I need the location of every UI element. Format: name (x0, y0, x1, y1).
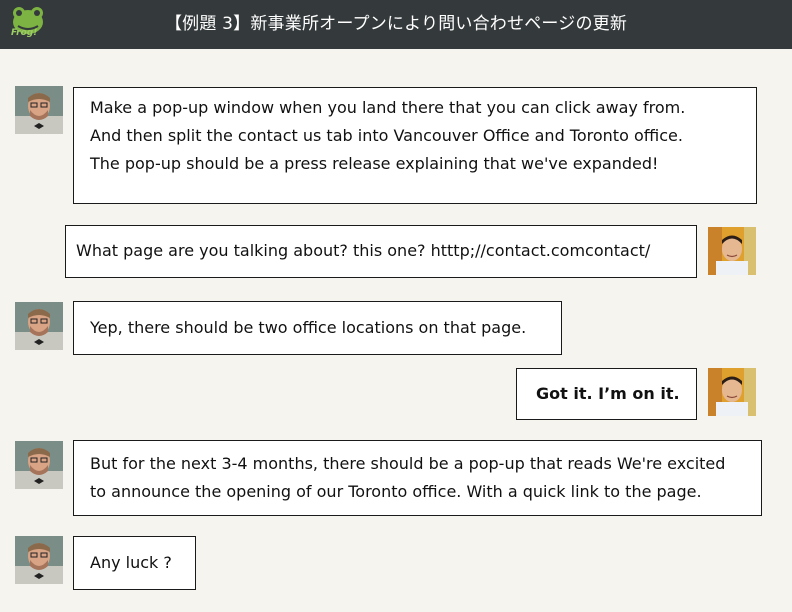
message-bubble: But for the next 3-4 months, there shoul… (73, 440, 762, 516)
client-avatar (15, 441, 63, 489)
message-text: Make a pop-up window when you land there… (90, 98, 686, 117)
message-text: to announce the opening of our Toronto o… (90, 482, 702, 501)
message-text: Yep, there should be two office location… (90, 318, 527, 337)
message-bubble: Make a pop-up window when you land there… (73, 87, 757, 204)
message-text: But for the next 3-4 months, there shoul… (90, 454, 726, 473)
message-text: What page are you talking about? this on… (76, 241, 651, 260)
message-text: Any luck ? (90, 553, 172, 572)
message-bubble: What page are you talking about? this on… (65, 225, 697, 278)
message-text: Got it. I’m on it. (536, 384, 680, 403)
message-text: And then split the contact us tab into V… (90, 126, 683, 145)
agent-avatar (708, 227, 756, 275)
page-title: 【例題 3】新事業所オープンにより問い合わせページの更新 (164, 14, 628, 34)
message-bubble: Yep, there should be two office location… (73, 301, 562, 355)
header-bar: Frog! 【例題 3】新事業所オープンにより問い合わせページの更新 (0, 0, 792, 49)
agent-avatar (708, 368, 756, 416)
client-avatar (15, 536, 63, 584)
client-avatar (15, 302, 63, 350)
client-avatar (15, 86, 63, 134)
message-text: The pop-up should be a press release exp… (90, 154, 659, 173)
message-bubble: Got it. I’m on it. (516, 368, 697, 420)
message-bubble: Any luck ? (73, 536, 196, 590)
